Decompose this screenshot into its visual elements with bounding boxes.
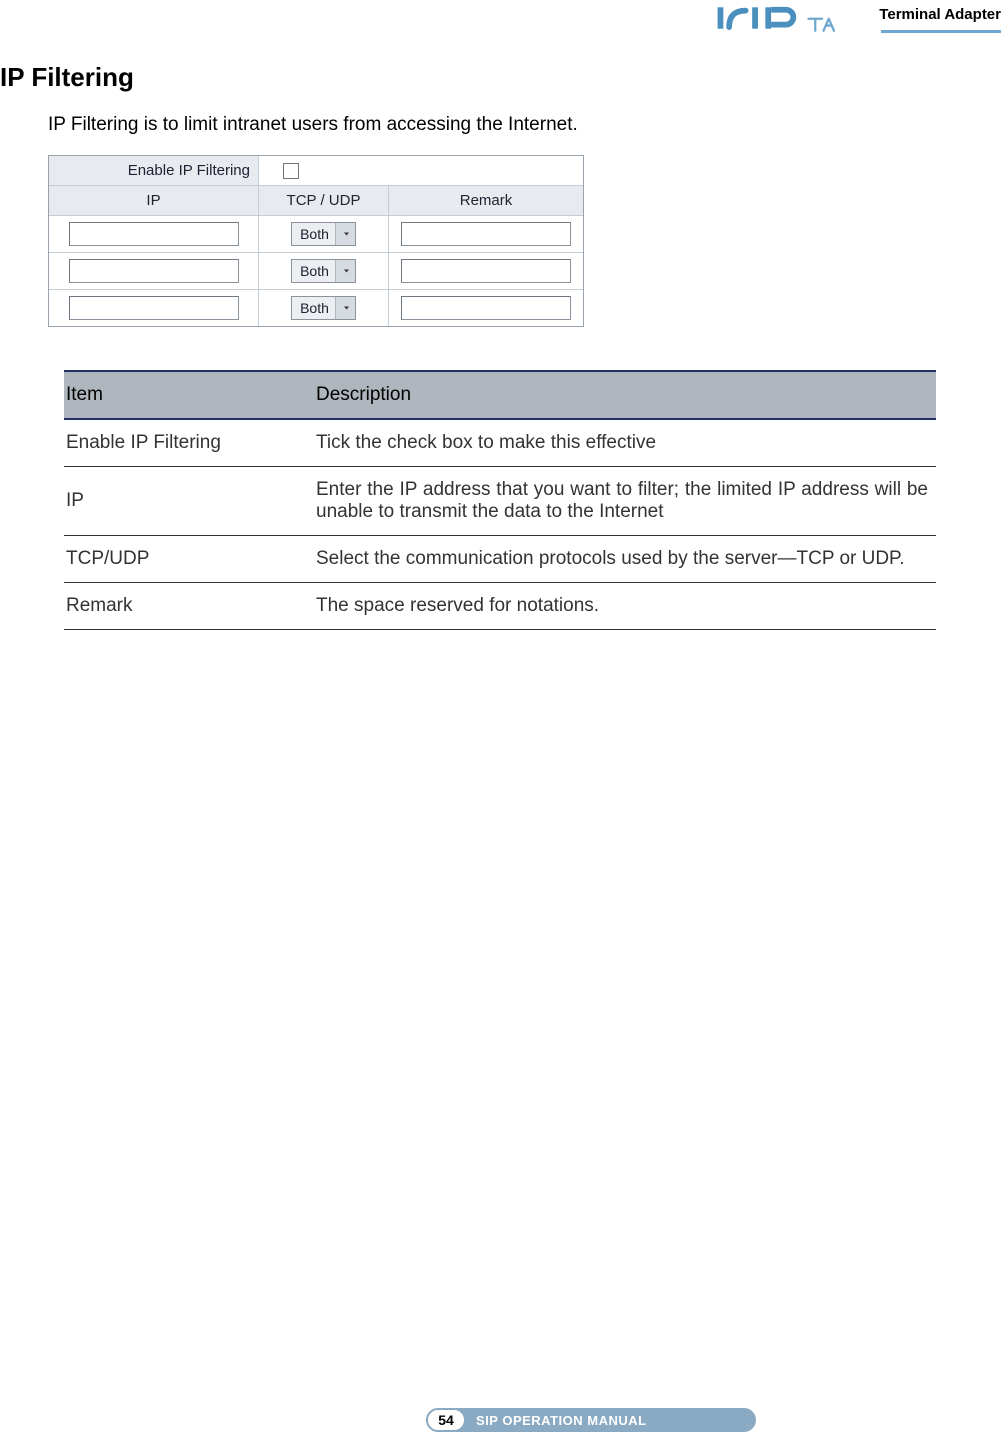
proto-select[interactable]: Both	[291, 222, 356, 246]
proto-select-value: Both	[292, 226, 335, 242]
table-row: Enable IP Filtering Tick the check box t…	[64, 419, 936, 467]
section-intro: IP Filtering is to limit intranet users …	[48, 114, 578, 136]
sip-logo-icon	[717, 4, 817, 32]
remark-input[interactable]	[401, 259, 571, 283]
header-product-name: Terminal Adapter	[879, 6, 1001, 23]
section-title: IP Filtering	[0, 62, 134, 93]
cell-desc: Tick the check box to make this effectiv…	[314, 419, 936, 467]
proto-select-value: Both	[292, 263, 335, 279]
enable-label: Enable IP Filtering	[49, 156, 259, 185]
remark-input[interactable]	[401, 222, 571, 246]
header: Terminal Adapter	[607, 0, 1007, 40]
filter-row: Both	[49, 253, 583, 290]
proto-select-value: Both	[292, 300, 335, 316]
cell-item: Remark	[64, 583, 314, 630]
table-row: TCP/UDP Select the communication protoco…	[64, 536, 936, 583]
page: Terminal Adapter IP Filtering IP Filteri…	[0, 0, 1007, 1448]
cell-desc: Enter the IP address that you want to fi…	[314, 467, 936, 536]
enable-checkbox[interactable]	[283, 163, 299, 179]
ip-filter-panel: Enable IP Filtering IP TCP / UDP Remark …	[48, 155, 584, 327]
th-desc: Description	[314, 371, 936, 419]
col-proto: TCP / UDP	[259, 186, 389, 215]
ta-logo-icon	[807, 14, 837, 39]
cell-desc: The space reserved for notations.	[314, 583, 936, 630]
header-underline	[881, 30, 1001, 33]
enable-row: Enable IP Filtering	[49, 156, 583, 186]
ip-input[interactable]	[69, 259, 239, 283]
logo	[717, 4, 817, 32]
filter-row: Both	[49, 216, 583, 253]
cell-item: TCP/UDP	[64, 536, 314, 583]
col-ip: IP	[49, 186, 259, 215]
cell-item: Enable IP Filtering	[64, 419, 314, 467]
footer: 54 SIP OPERATION MANUAL	[0, 1404, 1007, 1436]
column-header-row: IP TCP / UDP Remark	[49, 186, 583, 216]
table-row: Remark The space reserved for notations.	[64, 583, 936, 630]
cell-desc: Select the communication protocols used …	[314, 536, 936, 583]
filter-row: Both	[49, 290, 583, 326]
table-row: IP Enter the IP address that you want to…	[64, 467, 936, 536]
page-number: 54	[426, 1408, 466, 1432]
table-header-row: Item Description	[64, 371, 936, 419]
chevron-down-icon	[335, 223, 355, 245]
proto-select[interactable]: Both	[291, 296, 356, 320]
th-item: Item	[64, 371, 314, 419]
enable-cell	[259, 156, 583, 185]
remark-input[interactable]	[401, 296, 571, 320]
chevron-down-icon	[335, 297, 355, 319]
cell-item: IP	[64, 467, 314, 536]
ip-input[interactable]	[69, 296, 239, 320]
col-remark: Remark	[389, 186, 583, 215]
footer-manual-title: SIP OPERATION MANUAL	[456, 1408, 756, 1432]
chevron-down-icon	[335, 260, 355, 282]
ip-input[interactable]	[69, 222, 239, 246]
proto-select[interactable]: Both	[291, 259, 356, 283]
description-table: Item Description Enable IP Filtering Tic…	[64, 370, 936, 630]
